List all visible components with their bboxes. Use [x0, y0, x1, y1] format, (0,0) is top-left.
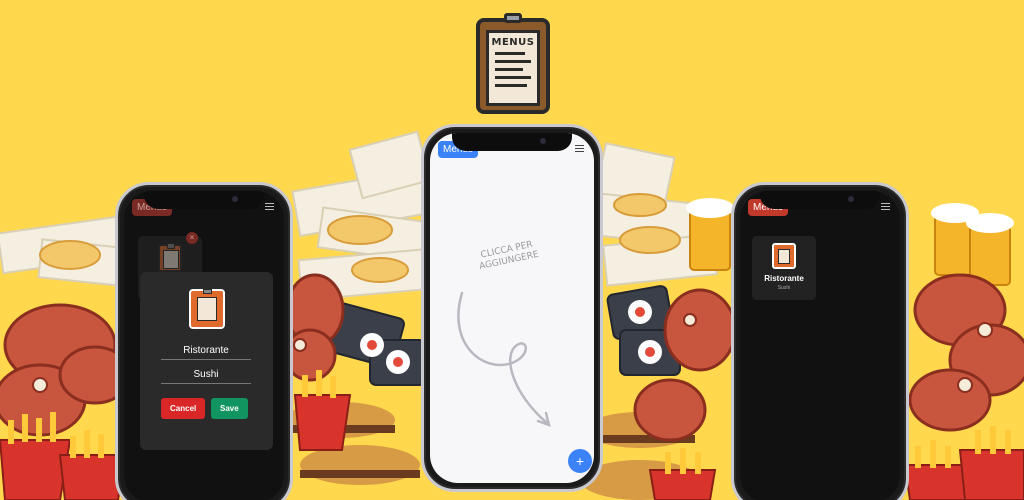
clipboard-icon [189, 289, 225, 329]
app-logo: MENUS [476, 13, 550, 114]
right-phone: Menus Ristorante Sushi [731, 182, 909, 500]
right-phone-screen: Menus Ristorante Sushi [740, 191, 900, 500]
hamburger-menu-icon[interactable] [575, 145, 584, 152]
logo-paper: MENUS [486, 30, 540, 106]
phone-notch [760, 191, 880, 209]
hamburger-menu-icon[interactable] [265, 203, 274, 210]
name-field[interactable]: Ristorante [161, 345, 251, 360]
left-phone-screen: Menus × Ristorante Sushi Cancel Save [124, 191, 284, 500]
menu-card[interactable]: Ristorante Sushi [752, 236, 816, 300]
center-phone-screen: Menus CLICCA PER AGGIUNGERE + [430, 133, 594, 483]
phone-notch [144, 191, 264, 209]
hint-arrow-icon [457, 291, 551, 427]
cancel-button[interactable]: Cancel [161, 398, 206, 419]
hamburger-menu-icon[interactable] [881, 203, 890, 210]
delete-badge-icon[interactable]: × [186, 232, 198, 244]
menu-card-title: Ristorante [764, 274, 804, 283]
clipboard-icon [772, 243, 796, 269]
phone-notch [452, 133, 572, 151]
empty-state-hint: CLICCA PER AGGIUNGERE [478, 239, 540, 273]
edit-menu-dialog: Ristorante Sushi Cancel Save [140, 272, 273, 450]
logo-text: MENUS [491, 37, 535, 48]
left-phone: Menus × Ristorante Sushi Cancel Save [115, 182, 293, 500]
clipboard-clip-icon [504, 13, 522, 23]
add-button[interactable]: + [568, 449, 592, 473]
logo-lines [495, 52, 531, 87]
clipboard-icon [158, 243, 182, 272]
center-phone: Menus CLICCA PER AGGIUNGERE + [421, 124, 603, 492]
menu-card-subtitle: Sushi [777, 285, 791, 291]
type-field[interactable]: Sushi [161, 369, 251, 384]
save-button[interactable]: Save [211, 398, 248, 419]
